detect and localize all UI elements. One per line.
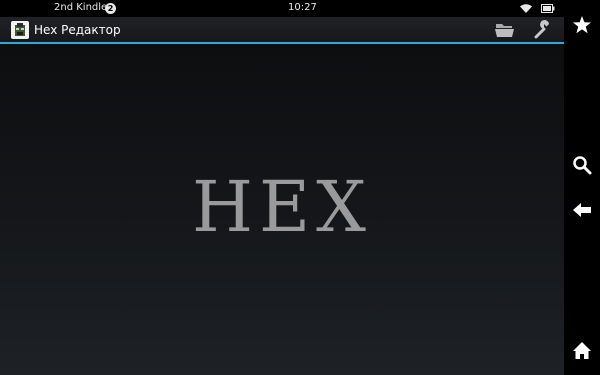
- app-title: Hex Редактор: [34, 23, 121, 37]
- hex-logo-text: HEX: [192, 166, 372, 248]
- main-content: HEX: [0, 44, 564, 375]
- wrench-icon[interactable]: [533, 20, 553, 40]
- favorites-star-icon[interactable]: [572, 15, 592, 35]
- home-icon[interactable]: [572, 341, 592, 361]
- navigation-bar: [564, 0, 600, 375]
- app-icon[interactable]: [11, 21, 29, 39]
- wifi-icon: [519, 3, 533, 17]
- back-arrow-icon[interactable]: [572, 200, 592, 220]
- status-bar: 2nd Kindle 2 10:27: [0, 0, 564, 17]
- search-icon[interactable]: [572, 155, 592, 175]
- notification-badge[interactable]: 2: [105, 3, 116, 14]
- battery-icon: [541, 4, 555, 16]
- folder-icon[interactable]: [494, 21, 516, 39]
- device-name: 2nd Kindle: [54, 2, 108, 13]
- clock: 10:27: [288, 2, 317, 13]
- action-bar: Hex Редактор: [0, 17, 564, 44]
